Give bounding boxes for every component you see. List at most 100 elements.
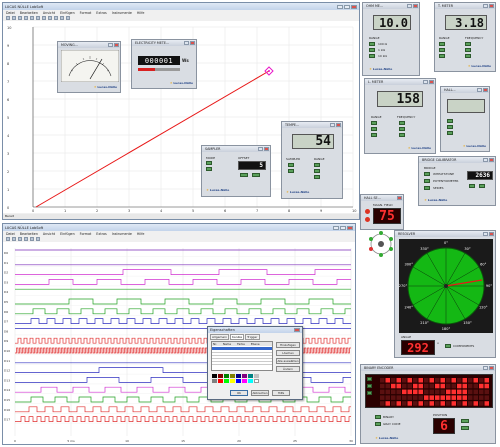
table-row[interactable] — [212, 357, 272, 359]
resolver-instrument[interactable]: RESOLVER 0° 30° 60° 90° 120° 150° 180° 210° 240°… — [394, 230, 496, 358]
add-button[interactable]: Hinzufügen — [276, 342, 300, 348]
menu-item[interactable]: Datei — [6, 11, 15, 15]
new-icon[interactable] — [6, 237, 10, 241]
print-icon[interactable] — [24, 16, 28, 20]
range-button[interactable] — [369, 48, 375, 52]
bridge-adjust-button[interactable] — [469, 184, 475, 188]
open-icon[interactable] — [12, 237, 16, 241]
menu-item[interactable]: Format — [80, 232, 92, 236]
menu-item[interactable]: Instrumente — [112, 11, 132, 15]
hall-instrument[interactable]: HALL... Lucas-Nülle — [440, 86, 490, 152]
frequency-button[interactable] — [465, 48, 471, 52]
menu-item[interactable]: Einfügen — [60, 11, 75, 15]
open-icon[interactable] — [12, 16, 16, 20]
color-swatch[interactable] — [212, 374, 217, 378]
ohm-meter-instrument[interactable]: OHM ME... 10.0 RANGE 100 Ω 1 kΩ 10 kΩ Lu… — [362, 2, 420, 76]
menu-item[interactable]: Hilfe — [137, 11, 145, 15]
encoder-led-button[interactable] — [367, 384, 372, 388]
menu-item[interactable]: Datei — [6, 232, 15, 236]
bridge-button[interactable] — [424, 186, 430, 190]
menu-item[interactable]: Extras — [96, 11, 106, 15]
close-icon[interactable] — [429, 80, 434, 84]
hall-button[interactable] — [447, 131, 453, 135]
electricity-meter-instrument[interactable]: ELECTRICITY METE... 000001 Ws Lucas-Nüll… — [131, 39, 197, 89]
table-row[interactable] — [212, 360, 272, 362]
encoder-led-button[interactable] — [367, 377, 372, 381]
position-up-button[interactable] — [461, 419, 469, 423]
table-row[interactable] — [212, 351, 272, 353]
select-all-button[interactable]: Alle auswählen — [276, 358, 300, 364]
components-button[interactable] — [445, 344, 451, 348]
close-icon[interactable] — [294, 328, 300, 332]
color-swatch[interactable] — [212, 379, 217, 383]
minimize-button[interactable] — [333, 225, 339, 230]
close-icon[interactable] — [489, 232, 494, 236]
pointer-icon[interactable] — [60, 16, 64, 20]
close-icon[interactable] — [114, 43, 119, 47]
menu-item[interactable]: Hilfe — [137, 232, 145, 236]
range-button[interactable] — [371, 133, 377, 137]
sampler-instrument[interactable]: SAMPLER MODE OFFSET 5 Lucas-Nülle — [201, 145, 271, 197]
l-meter-instrument[interactable]: L. METER 158 RANGE FREQUENCY Lucas-Nülle — [364, 78, 436, 154]
range-button[interactable] — [314, 169, 320, 173]
moving-coil-instrument[interactable]: MOVING... Lucas-Nülle — [57, 41, 121, 93]
cancel-button[interactable]: Abbrechen — [251, 390, 269, 396]
position-down-button[interactable] — [461, 426, 469, 430]
frequency-button[interactable] — [399, 121, 405, 125]
pointer-icon[interactable] — [36, 237, 40, 241]
close-icon[interactable] — [413, 4, 418, 8]
menu-item[interactable]: Einfügen — [60, 232, 75, 236]
menu-item[interactable]: Bearbeiten — [20, 232, 38, 236]
copy-icon[interactable] — [36, 16, 40, 20]
main-title-bar[interactable]: LUCAS NÜLLE LabSoft — [3, 3, 359, 10]
offset-down-button[interactable] — [252, 173, 260, 177]
color-swatch[interactable] — [248, 379, 253, 383]
table-row[interactable] — [212, 363, 272, 365]
mode-button[interactable] — [206, 167, 212, 171]
gray-code-button[interactable] — [375, 422, 381, 426]
new-icon[interactable] — [6, 16, 10, 20]
color-swatch[interactable] — [218, 374, 223, 378]
help-icon[interactable] — [66, 16, 70, 20]
close-icon[interactable] — [489, 366, 494, 370]
binary-encoder-instrument[interactable]: BINARY ENCODER BINARY GRAY CODE POSITION… — [360, 364, 496, 444]
color-swatch[interactable] — [224, 374, 229, 378]
encoder-led-button[interactable] — [367, 391, 372, 395]
menu-item[interactable]: Extras — [96, 232, 106, 236]
print-icon[interactable] — [24, 237, 28, 241]
cut-icon[interactable] — [30, 16, 34, 20]
zoom-icon[interactable] — [30, 237, 34, 241]
range-button[interactable] — [369, 54, 375, 58]
close-icon[interactable] — [489, 158, 494, 162]
dialog-tab[interactable]: Allgemein — [210, 334, 229, 340]
edit-button[interactable]: Ändern — [276, 366, 300, 372]
logic-title-bar[interactable]: LUCAS NÜLLE LabSoft — [3, 224, 355, 231]
menu-item[interactable]: Instrumente — [112, 232, 132, 236]
range-button[interactable] — [369, 42, 375, 46]
color-swatch[interactable] — [218, 379, 223, 383]
range-button[interactable] — [439, 54, 445, 58]
bridge-adjust-button[interactable] — [479, 184, 485, 188]
color-swatch[interactable] — [242, 379, 247, 383]
bridge-calibrator-instrument[interactable]: BRIDGE CALIBRATOR BRIDGE WHEATSTONE POTE… — [418, 156, 496, 206]
frequency-button[interactable] — [465, 54, 471, 58]
bridge-button[interactable] — [424, 172, 430, 176]
save-icon[interactable] — [18, 237, 22, 241]
frequency-button[interactable] — [399, 127, 405, 131]
hall-button[interactable] — [447, 125, 453, 129]
range-button[interactable] — [314, 175, 320, 179]
color-swatch[interactable] — [230, 374, 235, 378]
help-button[interactable]: Hilfe — [272, 390, 290, 396]
range-button[interactable] — [439, 48, 445, 52]
range-button[interactable] — [371, 121, 377, 125]
ok-button[interactable]: OK — [230, 390, 248, 396]
close-icon[interactable] — [336, 123, 341, 127]
color-swatch[interactable] — [254, 374, 259, 378]
paste-icon[interactable] — [42, 16, 46, 20]
color-swatch[interactable] — [242, 374, 247, 378]
frequency-button[interactable] — [399, 133, 405, 137]
range-button[interactable] — [371, 127, 377, 131]
table-row[interactable] — [212, 347, 272, 350]
close-icon[interactable] — [489, 4, 494, 8]
bridge-button[interactable] — [424, 179, 430, 183]
